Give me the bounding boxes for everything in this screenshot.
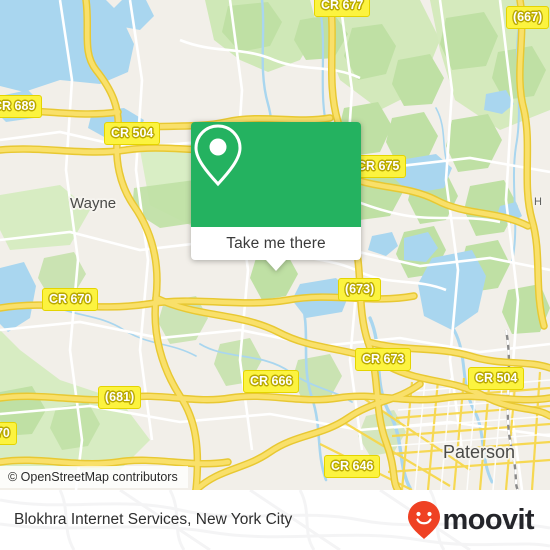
map-pin-icon <box>194 124 242 187</box>
road-shield: CR 504 <box>104 122 161 145</box>
moovit-pin-smiley-icon <box>407 501 440 539</box>
road-shield: CR 666 <box>243 370 300 393</box>
page-title: Blokhra Internet Services, New York City <box>14 511 293 528</box>
road-shield: (681) <box>98 386 142 409</box>
footer-bar: Blokhra Internet Services, New York City… <box>0 490 550 550</box>
moovit-wordmark: moovit <box>442 503 535 536</box>
road-shield: (673) <box>338 278 382 301</box>
map-screenshot: Wayne Paterson H CR 689 CR 504 CR 677 (6… <box>0 0 550 550</box>
osm-attribution[interactable]: © OpenStreetMap contributors <box>0 466 188 488</box>
road-shield: CR 646 <box>324 455 381 478</box>
road-shield: CR 689 <box>0 95 43 118</box>
location-popup[interactable]: Take me there <box>191 122 361 271</box>
take-me-there-button[interactable]: Take me there <box>191 227 361 260</box>
moovit-brand[interactable]: moovit <box>407 500 535 540</box>
road-shield: (667) <box>506 6 550 29</box>
edge-label-partial: H <box>534 196 542 208</box>
road-shield: CR 504 <box>468 367 525 390</box>
road-shield: CR 673 <box>355 348 412 371</box>
popup-tail <box>266 260 286 271</box>
road-shield: 670 <box>0 422 17 445</box>
take-me-there-label: Take me there <box>226 234 326 252</box>
road-shield: CR 677 <box>314 0 371 17</box>
road-shield: CR 670 <box>42 288 99 311</box>
popup-pin-area <box>191 122 361 227</box>
map-canvas[interactable]: Wayne Paterson H CR 689 CR 504 CR 677 (6… <box>0 0 550 490</box>
